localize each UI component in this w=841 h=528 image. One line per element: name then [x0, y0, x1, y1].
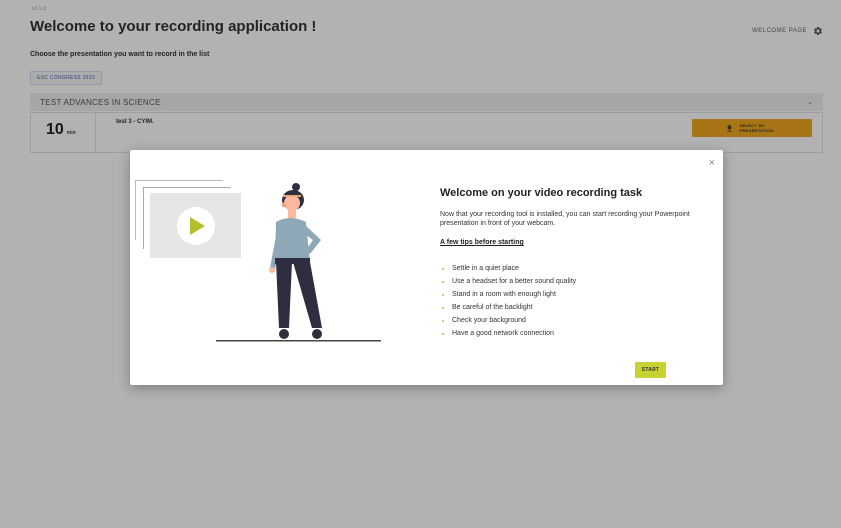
frame-back-side — [135, 180, 136, 240]
neck — [288, 210, 296, 218]
headset-band — [283, 195, 301, 197]
bullet-icon — [442, 267, 444, 270]
bullet-icon — [442, 293, 444, 296]
headset-ear — [281, 202, 287, 208]
tip-item: Settle in a quiet place — [442, 262, 576, 275]
right-shoe — [312, 329, 322, 339]
tips-list: Settle in a quiet place Use a headset fo… — [442, 262, 576, 340]
tip-item: Use a headset for a better sound quality — [442, 275, 576, 288]
bullet-icon — [442, 332, 444, 335]
left-hand — [269, 267, 275, 273]
tip-item: Check your background — [442, 314, 576, 327]
hair-bun — [292, 183, 300, 191]
bullet-icon — [442, 306, 444, 309]
face — [284, 195, 300, 211]
tip-text: Settle in a quiet place — [452, 265, 519, 272]
start-button[interactable]: START — [635, 362, 666, 378]
tip-text: Check your background — [452, 317, 526, 324]
frame-mid-side — [143, 187, 144, 249]
frame-back — [135, 180, 223, 181]
left-shoe — [279, 329, 289, 339]
tips-heading: A few tips before starting — [440, 239, 524, 246]
tip-text: Have a good network connection — [452, 330, 554, 337]
floor-line — [216, 340, 381, 342]
tip-text: Stand in a room with enough light — [452, 291, 556, 298]
tip-item: Have a good network connection — [442, 327, 576, 340]
close-icon[interactable]: × — [709, 157, 715, 169]
left-leg — [276, 262, 292, 328]
bullet-icon — [442, 280, 444, 283]
tip-text: Be careful of the backlight — [452, 304, 533, 311]
tip-item: Be careful of the backlight — [442, 301, 576, 314]
right-leg — [293, 262, 322, 328]
modal-intro: Now that your recording tool is installe… — [440, 211, 690, 227]
frame-mid — [143, 187, 231, 188]
tip-text: Use a headset for a better sound quality — [452, 278, 577, 285]
illustration — [135, 180, 381, 342]
tip-item: Stand in a room with enough light — [442, 288, 576, 301]
welcome-modal: × Welcome on your video recording task N… — [130, 150, 723, 385]
bullet-icon — [442, 319, 444, 322]
modal-title: Welcome on your video recording task — [440, 187, 643, 199]
